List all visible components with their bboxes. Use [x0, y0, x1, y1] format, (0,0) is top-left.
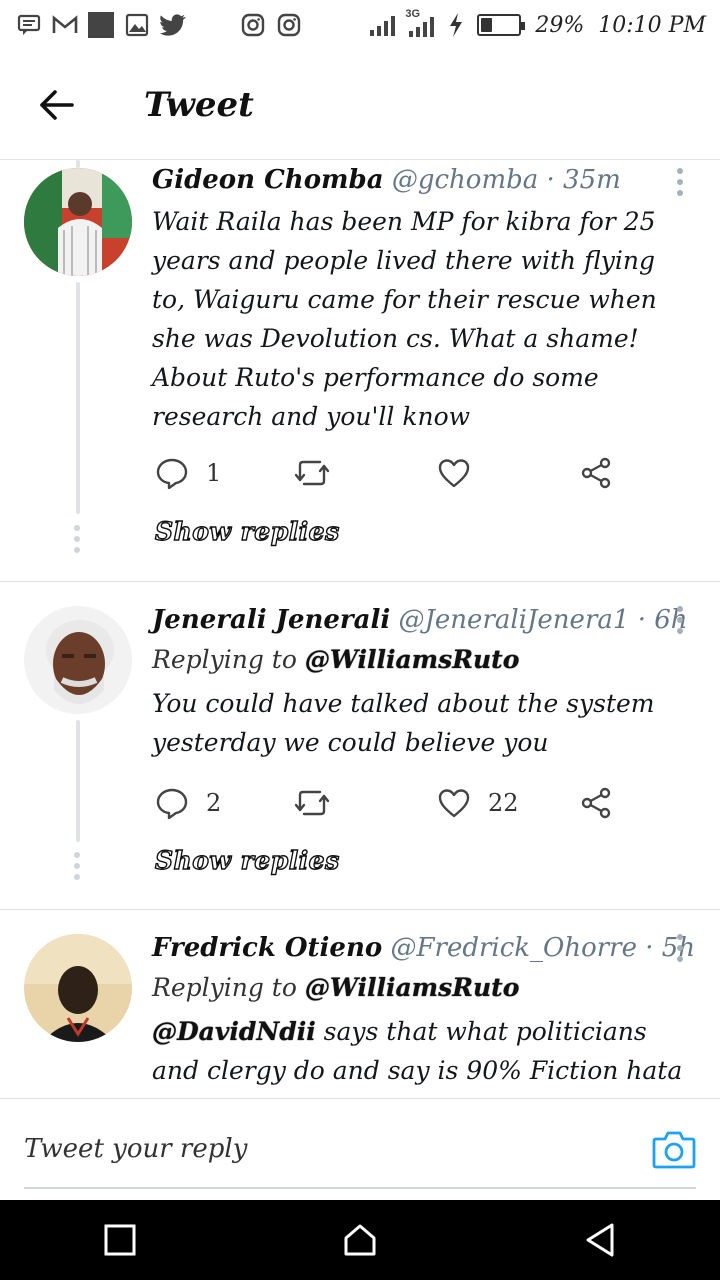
- retweet-button[interactable]: [294, 448, 330, 498]
- author-name[interactable]: Gideon Chomba: [152, 165, 384, 195]
- input-underline: [24, 1187, 696, 1189]
- camera-button[interactable]: [652, 1129, 696, 1169]
- tweet-text: @DavidNdii says that what politicians an…: [152, 1012, 690, 1098]
- more-options-button[interactable]: [670, 606, 690, 634]
- avatar[interactable]: [24, 934, 132, 1042]
- heart-icon: [438, 789, 470, 818]
- author-handle[interactable]: @JeneraliJenera1: [399, 605, 630, 635]
- reply-icon: [156, 788, 188, 819]
- message-icon: [16, 12, 42, 38]
- gallery-icon: [124, 12, 150, 38]
- gmail-icon: [52, 12, 78, 38]
- tweet-actions: 2 22: [152, 778, 622, 828]
- instagram-icon: [240, 12, 266, 38]
- charging-icon: [443, 12, 469, 38]
- back-nav-button[interactable]: [560, 1200, 640, 1280]
- network-type: 3G: [405, 8, 421, 20]
- retweet-icon: [294, 790, 330, 816]
- share-button[interactable]: [580, 448, 612, 498]
- twitter-icon: [160, 12, 186, 38]
- signal-icon: [369, 12, 396, 38]
- author-name[interactable]: Fredrick Otieno: [152, 933, 382, 963]
- battery-percent: 29%: [535, 12, 585, 38]
- back-triangle-icon: [586, 1223, 614, 1257]
- page-title: Tweet: [144, 84, 254, 125]
- like-button[interactable]: 22: [438, 778, 519, 828]
- tweet-actions: 1: [152, 448, 622, 498]
- replies-feed[interactable]: Gideon Chomba @gchomba · 35m Wait Raila …: [0, 160, 720, 1098]
- status-bar: 3G 29% 10:10 PM: [0, 0, 720, 50]
- share-button[interactable]: [580, 778, 612, 828]
- replying-to: Replying to @WilliamsRuto: [152, 640, 690, 680]
- tweet-item[interactable]: Fredrick Otieno @Fredrick_Ohorre · 5h Re…: [0, 910, 720, 1098]
- battery-icon: [477, 14, 526, 36]
- reply-icon: [156, 458, 188, 489]
- reply-compose-bar: Tweet your reply: [0, 1098, 720, 1200]
- retweet-icon: [294, 460, 330, 486]
- back-button[interactable]: [0, 50, 112, 160]
- replying-to-label: Replying to: [152, 973, 297, 1002]
- replying-to-mention[interactable]: @WilliamsRuto: [305, 973, 520, 1002]
- tweet-header: Fredrick Otieno @Fredrick_Ohorre · 5h: [152, 928, 695, 968]
- replying-to-label: Replying to: [152, 645, 297, 674]
- tweet-item[interactable]: Gideon Chomba @gchomba · 35m Wait Raila …: [0, 160, 720, 582]
- reply-button[interactable]: 1: [156, 448, 221, 498]
- clock: 10:10 PM: [598, 12, 706, 38]
- system-nav-bar: [0, 1200, 720, 1280]
- tweet-header: Jenerali Jenerali @JeneraliJenera1 · 6h: [152, 600, 690, 640]
- share-icon: [581, 457, 611, 489]
- instagram-icon: [276, 12, 302, 38]
- more-options-button[interactable]: [670, 934, 690, 962]
- home-button[interactable]: [320, 1200, 400, 1280]
- show-replies-link[interactable]: Show replies: [154, 845, 340, 875]
- replying-to: Replying to @WilliamsRuto: [152, 968, 690, 1008]
- reply-count: 1: [206, 459, 222, 487]
- home-icon: [344, 1224, 376, 1256]
- arrow-left-icon: [40, 89, 74, 120]
- thread-dots: [74, 525, 82, 553]
- retweet-button[interactable]: [294, 778, 330, 828]
- heart-icon: [438, 459, 470, 488]
- tweet-item[interactable]: Jenerali Jenerali @JeneraliJenera1 · 6h …: [0, 582, 720, 910]
- like-count: 22: [488, 789, 519, 817]
- camera-icon: [652, 1131, 696, 1169]
- text-mention[interactable]: @DavidNdii: [152, 1017, 316, 1046]
- tweet-time: · 35m: [546, 165, 621, 195]
- author-name[interactable]: Jenerali Jenerali: [152, 605, 390, 635]
- author-handle[interactable]: @Fredrick_Ohorre: [390, 933, 637, 963]
- share-icon: [581, 787, 611, 819]
- more-options-button[interactable]: [670, 168, 690, 196]
- thread-dots: [74, 852, 82, 880]
- recents-icon: [104, 1224, 136, 1256]
- avatar[interactable]: [24, 168, 132, 276]
- author-handle[interactable]: @gchomba: [392, 165, 538, 195]
- signal-3g-icon: 3G: [403, 8, 435, 38]
- show-replies-link[interactable]: Show replies: [154, 516, 340, 546]
- reply-input[interactable]: Tweet your reply: [24, 1119, 624, 1179]
- thread-line: [76, 720, 80, 842]
- replying-to-mention[interactable]: @WilliamsRuto: [305, 645, 520, 674]
- avatar[interactable]: [24, 606, 132, 714]
- recents-button[interactable]: [80, 1200, 160, 1280]
- app-bar: Tweet: [0, 50, 720, 160]
- like-button[interactable]: [438, 448, 470, 498]
- square-icon: [88, 12, 114, 38]
- thread-line: [76, 160, 80, 168]
- tweet-text: Wait Raila has been MP for kibra for 25 …: [152, 207, 657, 431]
- tweet-text: You could have talked about the system y…: [152, 689, 655, 757]
- tweet-header: Gideon Chomba @gchomba · 35m: [152, 160, 690, 200]
- thread-line: [76, 282, 80, 514]
- reply-button[interactable]: 2: [156, 778, 221, 828]
- reply-count: 2: [206, 789, 222, 817]
